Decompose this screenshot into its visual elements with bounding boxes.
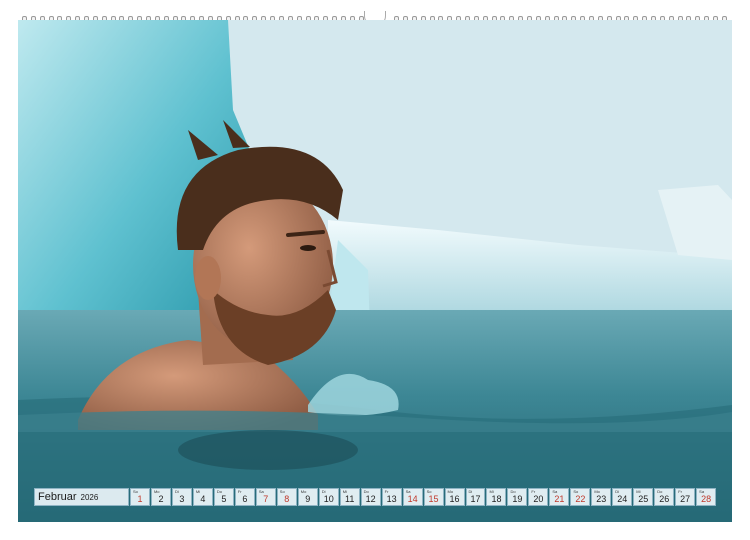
calendar-photo — [18, 20, 732, 522]
day-cell: Di 10 — [318, 488, 339, 506]
day-number: 16 — [449, 494, 460, 504]
day-cell: So 22 — [570, 488, 591, 506]
day-cell: Mi 11 — [339, 488, 360, 506]
day-number: 3 — [179, 494, 185, 504]
day-cell: Fr 13 — [381, 488, 402, 506]
day-cell: Sa 21 — [549, 488, 570, 506]
day-number: 12 — [365, 494, 376, 504]
day-number: 17 — [470, 494, 481, 504]
day-cell: Mo 2 — [150, 488, 171, 506]
day-cell: Di 24 — [612, 488, 633, 506]
day-cell: Mi 18 — [486, 488, 507, 506]
day-number: 8 — [284, 494, 290, 504]
day-cell: Sa 28 — [696, 488, 717, 506]
day-number: 21 — [554, 494, 565, 504]
month-label-box: Februar 2026 — [34, 488, 129, 506]
day-cell: Mi 25 — [633, 488, 654, 506]
day-cell: Mi 4 — [192, 488, 213, 506]
year-label: 2026 — [80, 492, 99, 502]
photo-illustration — [18, 20, 732, 522]
day-cell: Do 26 — [654, 488, 675, 506]
day-cell: Sa 7 — [255, 488, 276, 506]
day-cell: Di 3 — [171, 488, 192, 506]
day-number: 15 — [428, 494, 439, 504]
day-cell: Sa 14 — [402, 488, 423, 506]
day-number: 20 — [533, 494, 544, 504]
month-name: Februar — [38, 491, 77, 503]
day-number: 18 — [491, 494, 502, 504]
day-number: 28 — [701, 494, 712, 504]
day-number: 27 — [680, 494, 691, 504]
day-number: 24 — [617, 494, 628, 504]
day-number: 5 — [221, 494, 227, 504]
day-cell: So 15 — [423, 488, 444, 506]
day-number: 1 — [137, 494, 143, 504]
day-number: 23 — [596, 494, 607, 504]
day-number: 22 — [575, 494, 586, 504]
day-number: 14 — [407, 494, 418, 504]
day-cell: Fr 20 — [528, 488, 549, 506]
day-number: 11 — [345, 494, 355, 504]
day-cell: So 8 — [276, 488, 297, 506]
day-cell: Di 17 — [465, 488, 486, 506]
day-number: 2 — [158, 494, 164, 504]
day-cell: Do 5 — [213, 488, 234, 506]
day-cell: Mo 9 — [297, 488, 318, 506]
day-number: 4 — [200, 494, 206, 504]
day-cell: So 1 — [130, 488, 150, 506]
day-number: 10 — [323, 494, 334, 504]
day-cell: Do 19 — [507, 488, 528, 506]
day-cell: Mo 23 — [591, 488, 612, 506]
day-number: 6 — [242, 494, 248, 504]
day-number: 9 — [305, 494, 311, 504]
calendar-strip: Februar 2026 So 1 Mo 2 Di 3 Mi 4 Do 5 Fr 6 Sa 7 So 8 Mo 9… — [34, 488, 717, 506]
day-number: 13 — [386, 494, 397, 504]
day-cell: Do 12 — [360, 488, 381, 506]
day-cell: Fr 6 — [234, 488, 255, 506]
day-number: 7 — [263, 494, 269, 504]
day-number: 25 — [638, 494, 649, 504]
day-cell: Mo 16 — [444, 488, 465, 506]
day-cells: So 1 Mo 2 Di 3 Mi 4 Do 5 Fr 6 Sa 7 So 8 Mo 9 Di 10 Mi 11 Do 12 F… — [130, 488, 717, 506]
day-number: 26 — [659, 494, 670, 504]
day-number: 19 — [512, 494, 523, 504]
day-cell: Fr 27 — [675, 488, 696, 506]
